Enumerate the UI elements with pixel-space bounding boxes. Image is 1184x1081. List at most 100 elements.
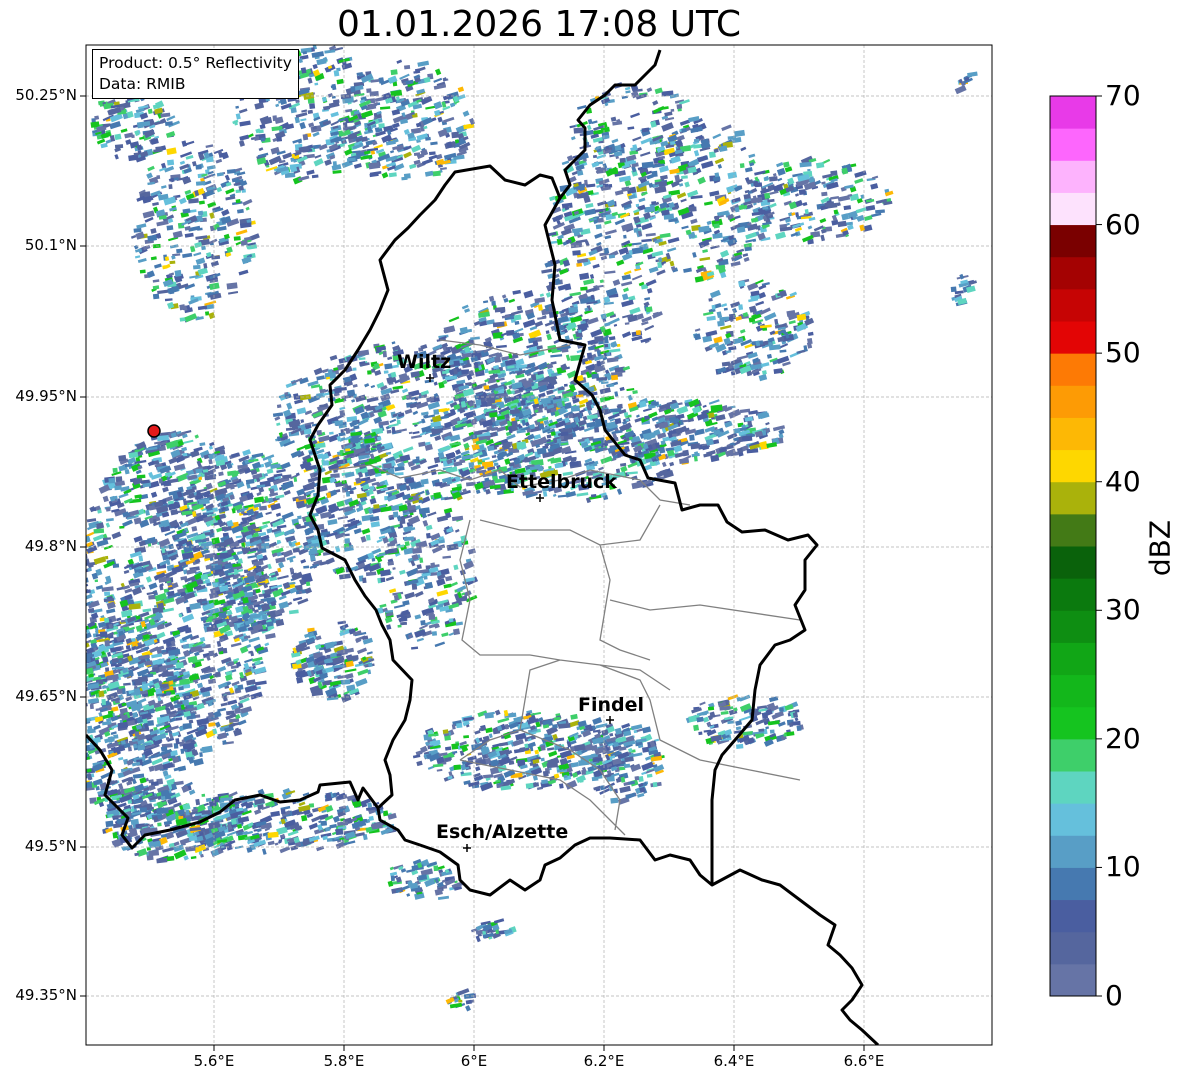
- echo-pixel: [181, 446, 188, 452]
- echo-pixel: [680, 198, 687, 203]
- echo-pixel: [491, 454, 497, 459]
- echo-pixel: [588, 346, 595, 351]
- echo-pixel: [178, 685, 184, 691]
- echo-pixel: [621, 331, 632, 339]
- echo-pixel: [702, 404, 707, 408]
- echo-pixel: [596, 153, 607, 160]
- echo-pixel: [644, 415, 650, 420]
- echo-pixel: [192, 486, 197, 490]
- echo-pixel: [123, 682, 131, 686]
- echo-pixel: [75, 565, 83, 573]
- echo-pixel: [324, 826, 331, 832]
- echo-pixel: [283, 489, 291, 496]
- echo-pixel: [572, 250, 581, 256]
- echo-pixel: [570, 405, 581, 412]
- echo-pixel: [678, 183, 684, 187]
- echo-pixel: [516, 305, 523, 311]
- echo-pixel: [636, 313, 644, 320]
- radar-map[interactable]: WiltzEttelbruckFindelEsch/Alzette: [0, 0, 1184, 1081]
- echo-pixel: [418, 441, 426, 447]
- echo-pixel: [303, 565, 310, 569]
- echo-pixel: [120, 740, 126, 745]
- echo-pixel: [313, 367, 323, 376]
- echo-pixel: [201, 793, 206, 797]
- echo-pixel: [222, 694, 228, 702]
- echo-pixel: [412, 430, 420, 435]
- echo-pixel: [388, 423, 399, 428]
- echo-pixel: [152, 666, 160, 673]
- echo-pixel: [651, 401, 659, 406]
- echo-pixel: [260, 523, 269, 530]
- echo-pixel: [98, 690, 105, 698]
- echo-pixel: [681, 225, 689, 230]
- echo-pixel: [199, 636, 206, 643]
- echo-pixel: [488, 295, 495, 302]
- echo-pixel: [621, 274, 632, 281]
- echo-pixel: [636, 414, 640, 418]
- echo-pixel: [208, 445, 214, 450]
- echo-pixel: [503, 297, 509, 303]
- echo-pixel: [116, 617, 122, 622]
- echo-pixel: [462, 435, 473, 443]
- echo-pixel: [708, 399, 720, 405]
- echo-pixel: [648, 266, 659, 274]
- echo-pixel: [367, 370, 372, 375]
- echo-pixel: [193, 651, 200, 657]
- echo-pixel: [71, 585, 80, 592]
- echo-pixel: [256, 828, 262, 833]
- echo-pixel: [584, 208, 597, 216]
- echo-pixel: [265, 511, 272, 516]
- echo-pixel: [638, 400, 647, 408]
- echo-pixel: [73, 573, 84, 580]
- echo-pixel: [623, 412, 629, 417]
- echo-pixel: [152, 658, 165, 666]
- echo-pixel: [394, 472, 404, 476]
- echo-pixel: [344, 668, 357, 673]
- echo-pixel: [367, 802, 373, 808]
- echo-pixel: [175, 717, 183, 721]
- echo-pixel: [614, 417, 622, 425]
- echo-pixel: [276, 422, 281, 427]
- echo-pixel: [669, 461, 675, 467]
- echo-pixel: [587, 410, 592, 416]
- echo-pixel: [79, 530, 83, 533]
- echo-pixel: [106, 518, 114, 522]
- echo-pixel: [496, 344, 507, 349]
- echo-pixel: [183, 855, 189, 861]
- echo-pixel: [201, 745, 213, 754]
- echo-pixel: [739, 163, 745, 169]
- echo-pixel: [524, 457, 531, 463]
- echo-pixel: [408, 431, 413, 435]
- echo-pixel: [613, 323, 618, 327]
- echo-pixel: [692, 251, 697, 258]
- echo-pixel: [570, 354, 581, 362]
- echo-pixel: [77, 736, 83, 740]
- echo-pixel: [147, 460, 155, 467]
- echo-pixel: [205, 797, 212, 803]
- echo-pixel: [475, 399, 482, 406]
- echo-pixel: [156, 807, 169, 815]
- echo-pixel: [335, 828, 344, 836]
- echo-pixel: [77, 759, 82, 765]
- echo-pixel: [765, 422, 770, 426]
- echo-pixel: [537, 304, 543, 311]
- echo-pixel: [86, 594, 88, 602]
- echo-pixel: [589, 274, 595, 279]
- echo-pixel: [571, 456, 577, 461]
- echo-pixel: [586, 352, 593, 359]
- echo-pixel: [132, 773, 145, 779]
- echo-pixel: [118, 756, 124, 761]
- echo-pixel: [280, 461, 291, 470]
- echo-pixel: [631, 242, 642, 246]
- echo-pixel: [632, 390, 638, 395]
- echo-pixel: [461, 369, 470, 375]
- echo-pixel: [608, 317, 620, 325]
- echo-pixel: [454, 454, 462, 460]
- echo-pixel: [579, 272, 590, 281]
- echo-pixel: [712, 133, 722, 140]
- echo-pixel: [357, 647, 368, 655]
- echo-pixel: [576, 262, 583, 267]
- echo-pixel: [128, 603, 141, 610]
- echo-pixel: [131, 586, 143, 596]
- echo-pixel: [208, 722, 216, 727]
